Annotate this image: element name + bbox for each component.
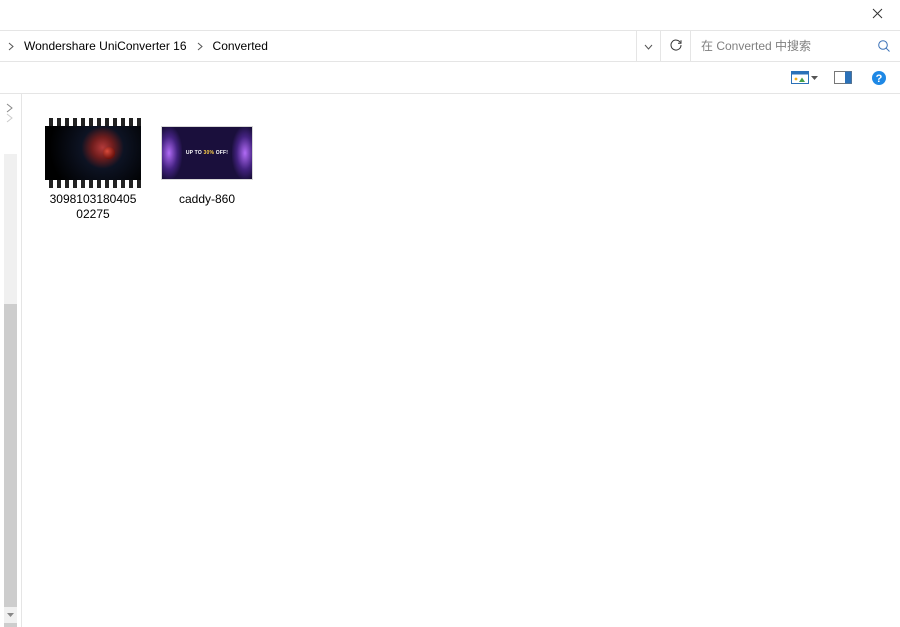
picture-icon — [791, 71, 809, 84]
search-input[interactable] — [699, 38, 876, 54]
file-item-video[interactable]: 3098103180405 02275 — [38, 114, 148, 226]
help-icon: ? — [871, 70, 887, 86]
address-history-dropdown[interactable] — [636, 31, 660, 61]
expand-nav-icon — [4, 102, 15, 127]
search-box[interactable] — [690, 31, 900, 61]
toolbar: ? — [0, 62, 900, 94]
window-close-button[interactable] — [854, 0, 900, 30]
search-icon — [876, 38, 892, 54]
chevron-down-icon — [644, 39, 653, 53]
preview-pane-icon — [834, 71, 852, 84]
view-options-button[interactable] — [791, 67, 818, 89]
help-button[interactable]: ? — [868, 67, 890, 89]
titlebar — [0, 0, 900, 30]
refresh-icon — [669, 38, 683, 55]
file-thumbnail: UP TO 30% OFF! — [159, 118, 255, 188]
chevron-right-icon — [193, 31, 207, 61]
address-bar-row: Wondershare UniConverter 16 Converted — [0, 30, 900, 62]
dropdown-caret-icon — [811, 76, 818, 80]
breadcrumb-parent[interactable]: Wondershare UniConverter 16 — [18, 31, 193, 61]
svg-text:?: ? — [876, 73, 883, 85]
close-icon — [872, 8, 883, 22]
chevron-right-icon — [4, 31, 18, 61]
preview-pane-button[interactable] — [832, 67, 854, 89]
file-name-label: 3098103180405 02275 — [50, 192, 137, 222]
video-thumbnail-icon — [45, 118, 141, 188]
file-thumbnail — [45, 118, 141, 188]
breadcrumb-current[interactable]: Converted — [207, 31, 274, 61]
explorer-window: Wondershare UniConverter 16 Converted — [0, 0, 900, 627]
file-item-image[interactable]: UP TO 30% OFF! caddy-860 — [152, 114, 262, 226]
refresh-button[interactable] — [660, 31, 690, 61]
file-name-label: caddy-860 — [179, 192, 235, 207]
breadcrumb-bar[interactable]: Wondershare UniConverter 16 Converted — [0, 31, 636, 61]
body: 3098103180405 02275 UP TO 30% OFF! caddy… — [0, 94, 900, 627]
navigation-pane-collapsed[interactable] — [0, 94, 22, 627]
nav-scrollbar-thumb[interactable] — [4, 304, 17, 627]
image-thumbnail-icon: UP TO 30% OFF! — [161, 126, 253, 180]
nav-scrollbar[interactable] — [4, 154, 17, 607]
nav-scrollbar-down[interactable] — [4, 607, 17, 623]
file-list[interactable]: 3098103180405 02275 UP TO 30% OFF! caddy… — [22, 94, 900, 627]
